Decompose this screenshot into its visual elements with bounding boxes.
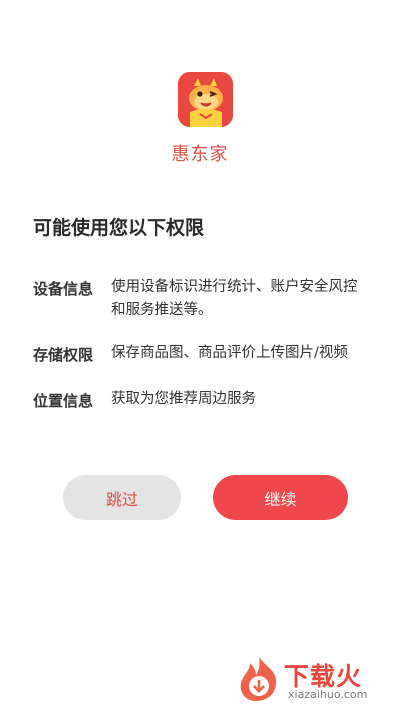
watermark: 下载火 xiazaihuo.com: [236, 655, 396, 705]
skip-button[interactable]: 跳过: [63, 475, 181, 520]
watermark-subtext: xiazaihuo.com: [288, 688, 368, 701]
dragon-mascot-icon: [178, 72, 233, 127]
permission-label-device-info: 设备信息: [33, 280, 94, 298]
continue-button[interactable]: 继续: [213, 475, 348, 520]
permission-label-storage: 存储权限: [33, 346, 94, 364]
flame-download-icon: [240, 657, 277, 701]
permission-desc-line: 保存商品图、商品评价上传图片/视频: [111, 345, 348, 361]
permission-desc-storage: 保存商品图、商品评价上传图片/视频: [111, 342, 376, 365]
permission-desc-line: 获取为您推荐周边服务: [111, 391, 256, 407]
app-logo: [178, 72, 233, 127]
app-name: 惠东家: [171, 144, 229, 165]
permissions-heading: 可能使用您以下权限: [33, 217, 205, 239]
permission-desc-location: 获取为您推荐周边服务: [111, 388, 376, 411]
permission-desc-device-info: 使用设备标识进行统计、账户安全风控 和服务推送等。: [111, 276, 376, 322]
permission-desc-line: 和服务推送等。: [111, 302, 213, 318]
permission-label-location: 位置信息: [33, 392, 94, 410]
permission-desc-line: 使用设备标识进行统计、账户安全风控: [111, 279, 358, 295]
